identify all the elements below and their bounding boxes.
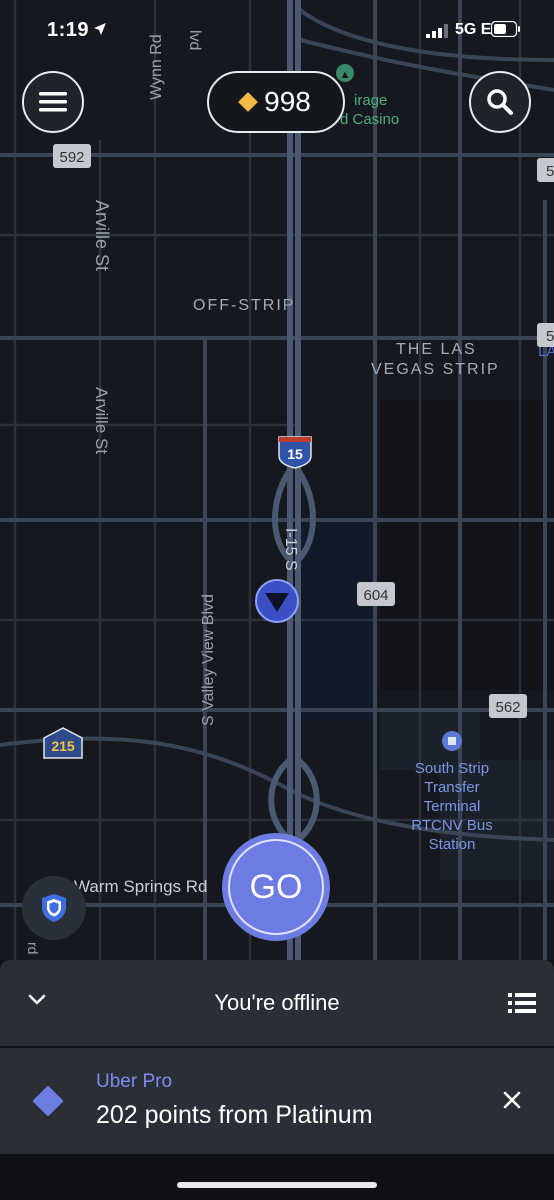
uber-pro-card[interactable]: Uber Pro 202 points from Platinum [0,1048,554,1154]
area-label-las-vegas-strip: VEGAS STRIP [371,361,500,378]
svg-text:215: 215 [51,738,75,754]
svg-text:5: 5 [546,328,554,345]
poi-label-south-strip: Transfer [424,779,479,796]
street-label-i15-s: I-15 S [282,528,299,571]
bottom-sheet: You're offline Uber Pro 202 points from … [0,960,554,1200]
signal-icon [426,24,448,38]
route-shield-592: 592 [53,144,91,168]
diamond-icon [238,92,259,112]
go-label: GO [228,839,324,935]
shield-icon [42,894,66,922]
area-label-las-vegas-strip: THE LAS [396,341,477,358]
poi-label-south-strip: Terminal [424,798,481,815]
route-shield-5: 5 [537,158,554,182]
street-label-warm-springs: Warm Springs Rd [74,877,208,896]
route-shield-5: 5 [537,323,554,347]
street-label-edge: rd [25,942,41,954]
points-value: 998 [264,86,311,117]
battery-icon [491,21,520,37]
svg-text:15: 15 [287,446,303,462]
tree-icon: ▲ [340,69,351,81]
street-label-valley-view: S Valley View Blvd [200,594,217,726]
street-label-arville-st: Arville St [92,387,111,454]
search-button[interactable] [469,71,531,133]
menu-button[interactable] [22,71,84,133]
poi-label-south-strip: RTCNV Bus [411,817,492,834]
interstate-shield-15: 15 [278,436,312,469]
current-location-marker[interactable] [255,579,299,623]
hamburger-icon [39,92,67,112]
close-icon[interactable] [502,1090,522,1110]
area-label-off-strip: OFF-STRIP [193,297,295,314]
list-icon[interactable] [508,992,536,1014]
driver-status-text: You're offline [214,990,340,1015]
map-dark-area [380,400,554,690]
points-pill[interactable]: 998 [207,71,345,133]
uber-pro-subtitle: 202 points from Platinum [96,1101,373,1129]
svg-text:604: 604 [363,587,388,604]
poi-label-mirage: irage [354,92,387,109]
status-time: 1:19 [47,19,90,41]
sheet-header[interactable]: You're offline [0,960,554,1046]
diamond-icon [32,1085,64,1117]
status-bar: 1:19 5G E [0,0,554,60]
search-icon [487,89,513,115]
route-shield-604: 604 [357,582,395,606]
poi-label-south-strip: Station [429,836,476,853]
street-label-arville-st: Arville St [92,200,112,271]
uber-pro-title: Uber Pro [96,1071,173,1092]
driver-app-screen: Wynn Rd lvd Arville St Arville St S Vall… [0,0,554,1200]
bus-station-icon [448,737,456,745]
home-indicator[interactable] [177,1182,377,1188]
network-type: 5G E [455,21,492,38]
poi-label-mirage: d Casino [340,111,399,128]
svg-text:5: 5 [546,163,554,180]
route-shield-562: 562 [489,694,527,718]
svg-text:592: 592 [59,149,84,166]
go-online-button[interactable]: GO [222,833,330,941]
poi-label-south-strip: South Strip [415,760,489,777]
safety-toolkit-button[interactable] [22,876,86,940]
location-arrow-icon [94,23,106,35]
svg-text:562: 562 [495,699,520,716]
